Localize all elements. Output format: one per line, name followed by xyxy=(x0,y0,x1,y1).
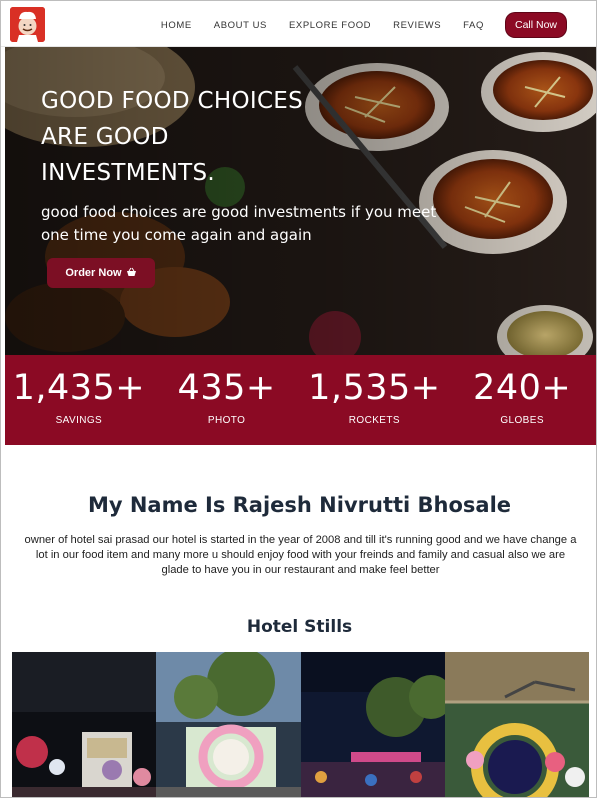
stat-label: GLOBES xyxy=(500,415,544,426)
nav-reviews[interactable]: REVIEWS xyxy=(393,20,441,31)
stat-value: 1,435+ xyxy=(12,368,146,408)
navbar: HOME ABOUT US EXPLORE FOOD REVIEWS FAQ C… xyxy=(1,1,596,47)
still-photo-3[interactable] xyxy=(300,652,445,797)
nav-explore-food[interactable]: EXPLORE FOOD xyxy=(289,20,371,31)
nav-links: HOME ABOUT US EXPLORE FOOD REVIEWS FAQ C… xyxy=(161,13,566,37)
hero-section: GOOD FOOD CHOICES ARE GOOD INVESTMENTS. … xyxy=(5,47,596,355)
nav-faq[interactable]: FAQ xyxy=(463,20,484,31)
still-photo-4[interactable] xyxy=(444,652,589,797)
stat-rockets: 1,535+ ROCKETS xyxy=(301,355,449,445)
stills-gallery xyxy=(12,652,589,797)
stat-value: 435+ xyxy=(177,368,276,408)
call-now-button[interactable]: Call Now xyxy=(505,13,566,37)
stats-bar: 1,435+ SAVINGS 435+ PHOTO 1,535+ ROCKETS… xyxy=(5,355,596,445)
about-title: My Name Is Rajesh Nivrutti Bhosale xyxy=(87,493,512,517)
stat-value: 240+ xyxy=(473,368,572,408)
page: HOME ABOUT US EXPLORE FOOD REVIEWS FAQ C… xyxy=(0,0,597,798)
order-now-button[interactable]: Order Now xyxy=(47,258,155,288)
order-now-label: Order Now xyxy=(65,267,122,279)
still-photo-1[interactable] xyxy=(12,652,157,797)
about-text: owner of hotel sai prasad our hotel is s… xyxy=(24,534,577,576)
hero-subtitle: good food choices are good investments i… xyxy=(41,203,437,244)
stat-label: SAVINGS xyxy=(55,415,103,426)
nav-about-us[interactable]: ABOUT US xyxy=(214,20,267,31)
chef-logo-icon[interactable] xyxy=(10,7,45,42)
hero-title: GOOD FOOD CHOICES ARE GOOD INVESTMENTS. xyxy=(41,88,304,186)
stills-title: Hotel Stills xyxy=(246,617,353,637)
stat-label: PHOTO xyxy=(207,415,246,426)
stat-label: ROCKETS xyxy=(348,415,400,426)
stat-globes: 240+ GLOBES xyxy=(448,355,596,445)
still-photo-2[interactable] xyxy=(156,652,301,797)
stat-photo: 435+ PHOTO xyxy=(153,355,301,445)
basket-icon xyxy=(126,267,137,280)
stat-value: 1,535+ xyxy=(308,368,441,408)
stat-savings: 1,435+ SAVINGS xyxy=(5,355,153,445)
nav-home[interactable]: HOME xyxy=(161,20,192,31)
